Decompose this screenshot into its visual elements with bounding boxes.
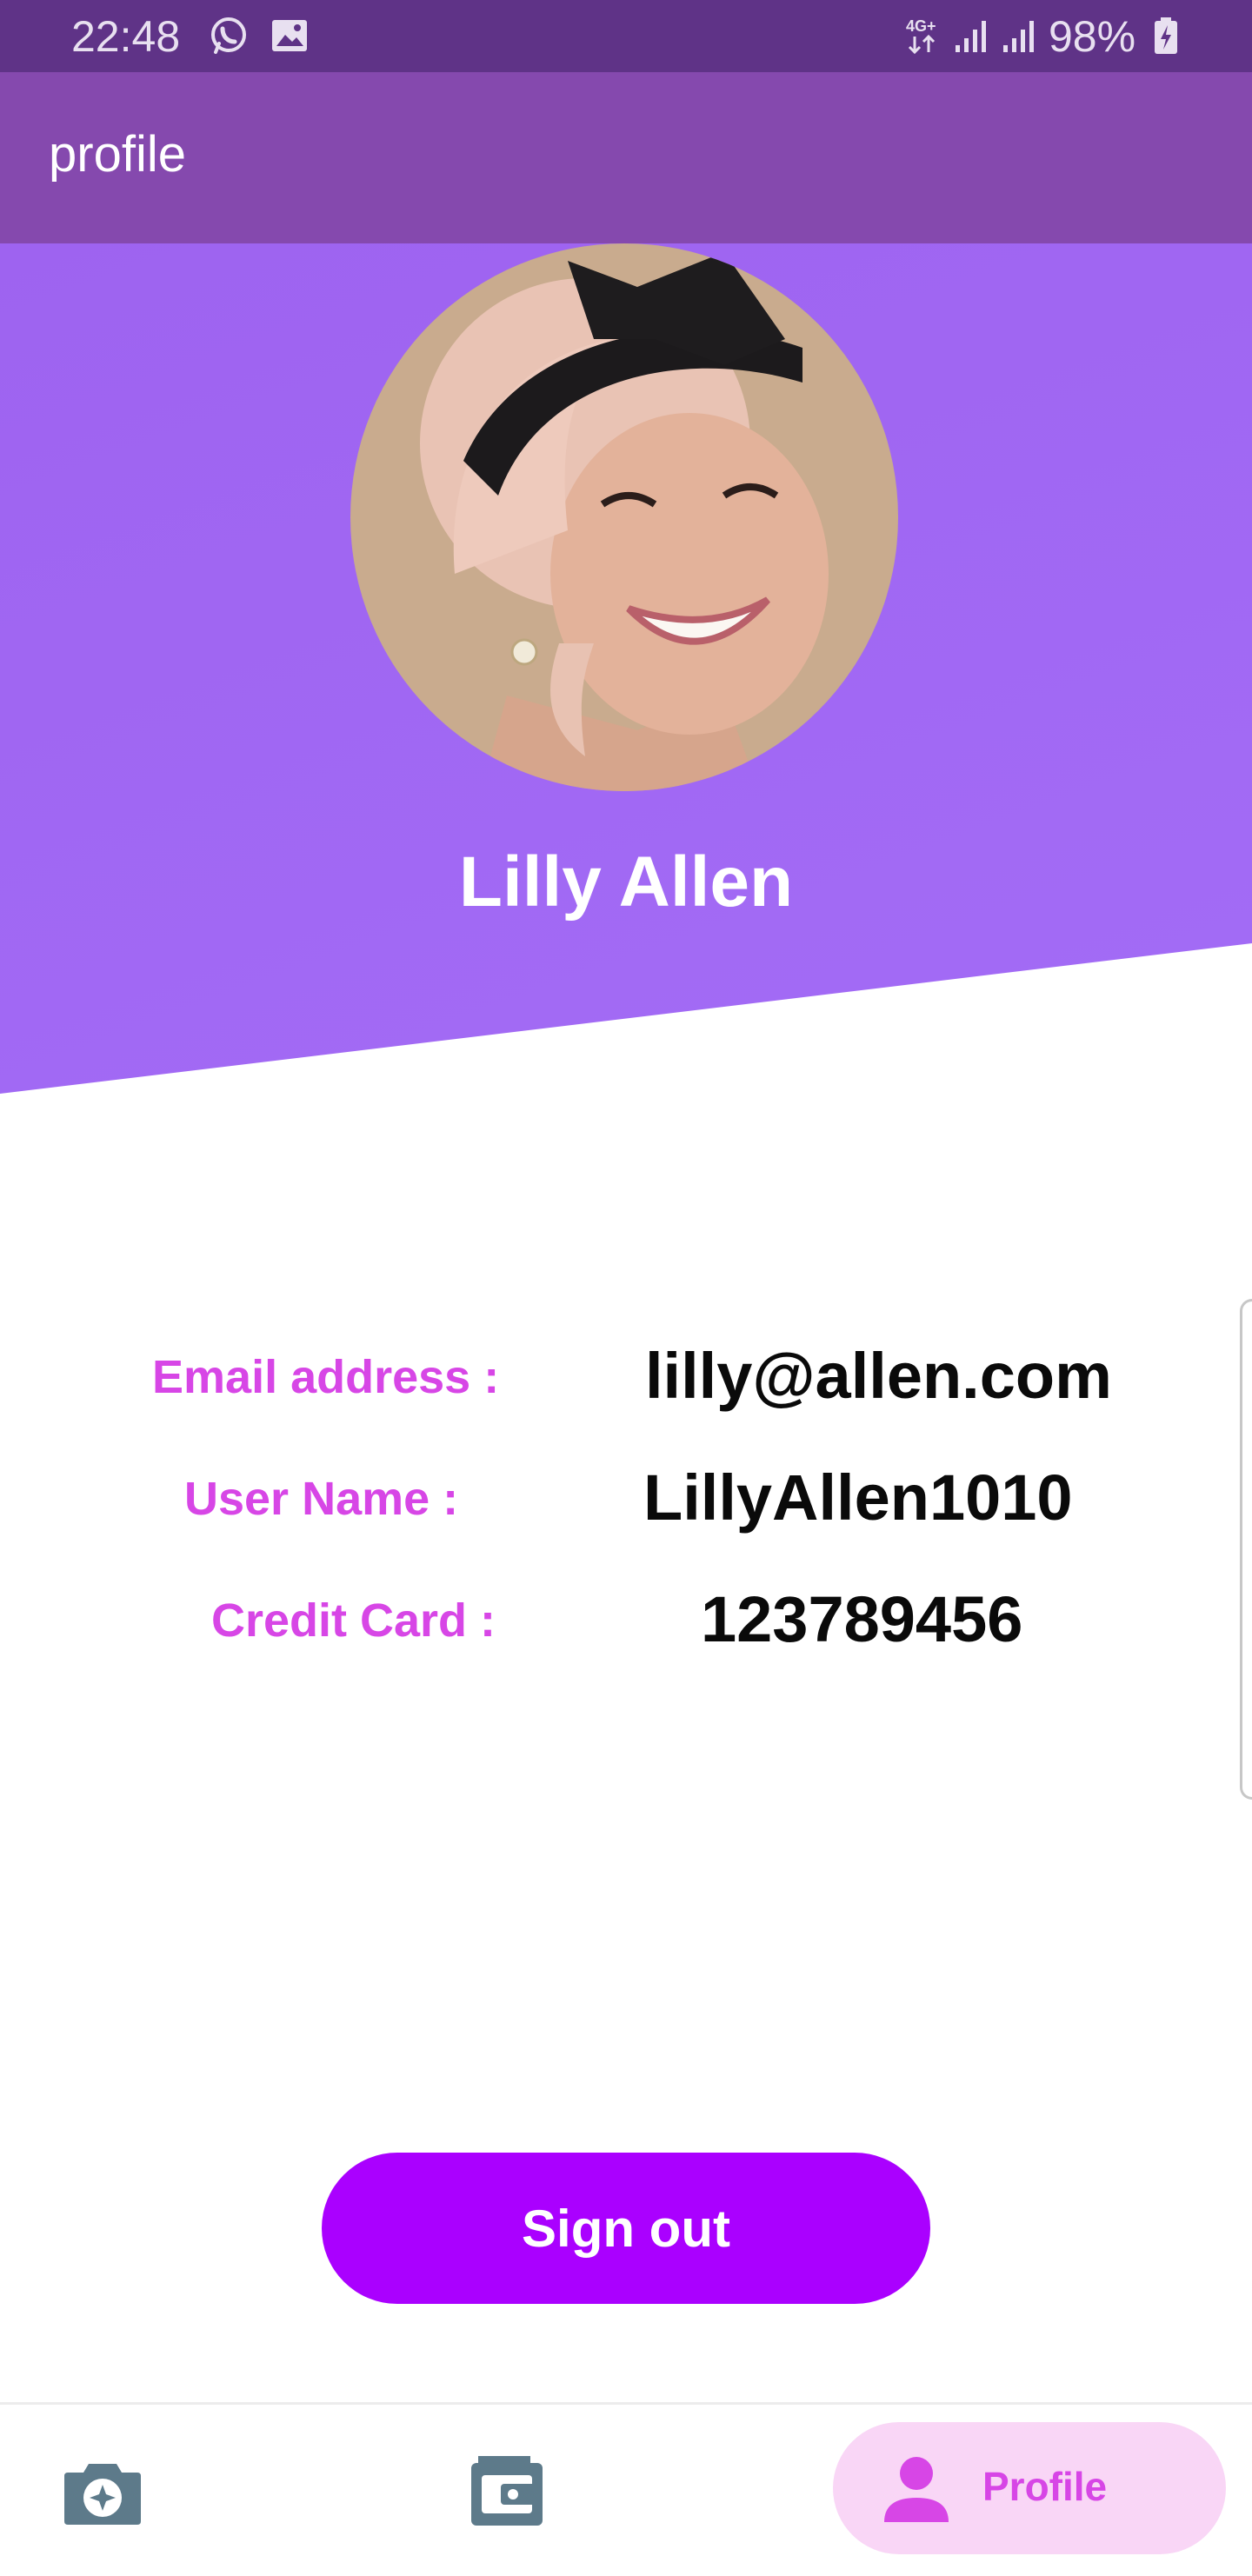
credit-card-label: Credit Card : — [211, 1594, 496, 1647]
username-value: LillyAllen1010 — [643, 1461, 1073, 1534]
nav-item-wallet[interactable] — [470, 2405, 556, 2576]
app-bar: profile — [0, 72, 1252, 243]
4g-icon: 4G+ — [904, 16, 944, 56]
bottom-navigation: Profile — [0, 2402, 1252, 2576]
person-icon — [881, 2453, 952, 2524]
username-label: User Name : — [184, 1473, 459, 1525]
status-time: 22:48 — [71, 12, 181, 61]
nav-item-profile[interactable]: Profile — [833, 2422, 1226, 2554]
credit-card-value: 123789456 — [701, 1583, 1023, 1655]
edge-panel-handle[interactable] — [1240, 1299, 1252, 1800]
wallet-icon — [470, 2454, 544, 2532]
page-title: profile — [49, 126, 186, 183]
signal-icon — [952, 16, 994, 56]
gallery-icon — [270, 16, 310, 56]
battery-percent: 98% — [1049, 12, 1136, 61]
email-label: Email address : — [152, 1351, 500, 1403]
status-bar: 22:48 4G+ 98% — [0, 0, 1252, 72]
whatsapp-icon — [209, 16, 249, 56]
nav-profile-label: Profile — [982, 2464, 1108, 2509]
sign-out-button[interactable]: Sign out — [322, 2153, 930, 2304]
signal-icon — [1000, 16, 1042, 56]
svg-text:4G+: 4G+ — [906, 17, 936, 35]
avatar[interactable] — [350, 243, 898, 791]
email-value: lilly@allen.com — [645, 1340, 1112, 1412]
profile-header: Lilly Allen — [0, 243, 1252, 1094]
camera-icon — [63, 2457, 143, 2531]
nav-item-camera[interactable] — [63, 2405, 150, 2576]
battery-charging-icon — [1151, 16, 1181, 56]
profile-name: Lilly Allen — [458, 842, 794, 922]
